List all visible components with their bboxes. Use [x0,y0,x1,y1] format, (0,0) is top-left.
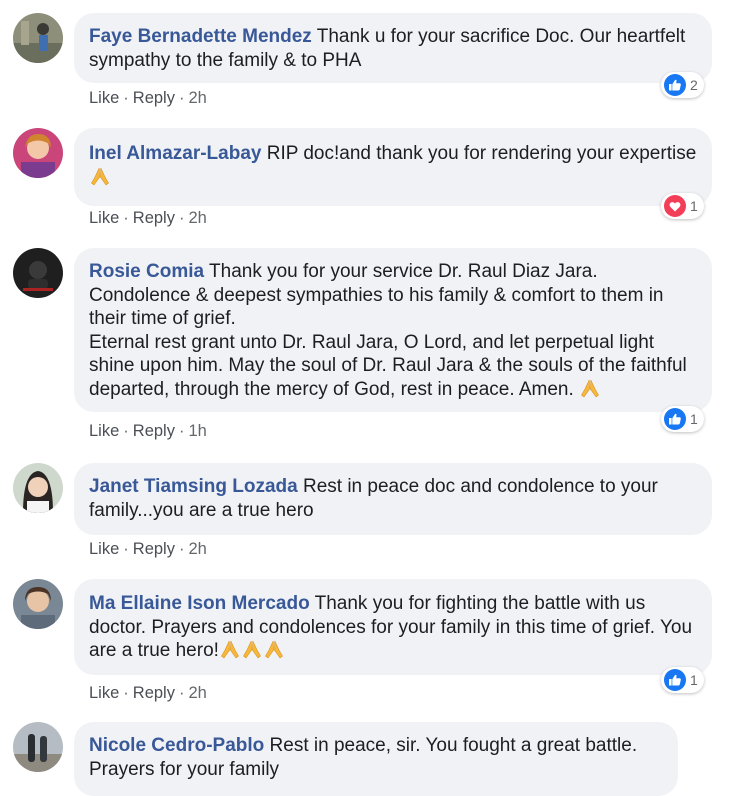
comment-author[interactable]: Rosie Comia [89,261,204,282]
comment-time[interactable]: 2h [188,540,206,558]
like-icon [664,74,686,96]
avatar[interactable] [13,128,63,178]
like-icon [664,669,686,691]
reaction-count: 1 [690,672,698,688]
comment-author[interactable]: Ma Ellaine Ison Mercado [89,593,310,614]
like-icon [664,408,686,430]
comment-text: RIP doc!and thank you for rendering your… [266,143,697,164]
comment-bubble: Nicole Cedro-Pablo Rest in peace, sir. Y… [74,722,678,796]
comment-time[interactable]: 2h [188,209,206,227]
folded-hands-icon [241,639,263,659]
comment-bubble: Faye Bernadette Mendez Thank u for your … [74,13,712,83]
reaction-count: 1 [690,198,698,214]
reaction-summary[interactable]: 1 [661,406,704,432]
like-link[interactable]: Like [89,540,119,558]
reply-link[interactable]: Reply [133,89,175,107]
comment-author[interactable]: Nicole Cedro-Pablo [89,735,264,756]
comment-author[interactable]: Janet Tiamsing Lozada [89,476,298,497]
reply-link[interactable]: Reply [133,684,175,702]
avatar[interactable] [13,463,63,513]
comment-actions: Like · Reply · 2h [89,89,207,107]
like-link[interactable]: Like [89,209,119,227]
comment-author[interactable]: Faye Bernadette Mendez [89,26,312,47]
comment-author[interactable]: Inel Almazar-Labay [89,143,261,164]
folded-hands-icon [89,166,111,186]
comment-actions: Like · Reply · 2h [89,684,207,702]
reaction-summary[interactable]: 1 [661,667,704,693]
reply-link[interactable]: Reply [133,209,175,227]
avatar[interactable] [13,722,63,772]
comment-actions: Like · Reply · 2h [89,540,207,558]
avatar[interactable] [13,13,63,63]
reaction-count: 2 [690,77,698,93]
comment-actions: Like · Reply · 1h [89,422,207,440]
reaction-count: 1 [690,411,698,427]
avatar[interactable] [13,248,63,298]
comment-bubble: Inel Almazar-Labay RIP doc!and thank you… [74,128,712,206]
folded-hands-icon [579,378,601,398]
folded-hands-icon [219,639,241,659]
reply-link[interactable]: Reply [133,540,175,558]
love-icon [664,195,686,217]
comment-bubble: Ma Ellaine Ison Mercado Thank you for fi… [74,579,712,675]
reaction-summary[interactable]: 2 [661,72,704,98]
comment-time[interactable]: 1h [188,422,206,440]
comment-bubble: Janet Tiamsing Lozada Rest in peace doc … [74,463,712,535]
like-link[interactable]: Like [89,422,119,440]
like-link[interactable]: Like [89,89,119,107]
folded-hands-icon [263,639,285,659]
comment-actions: Like · Reply · 2h [89,209,207,227]
like-link[interactable]: Like [89,684,119,702]
comment-time[interactable]: 2h [188,684,206,702]
reaction-summary[interactable]: 1 [661,193,704,219]
comment-bubble: Rosie Comia Thank you for your service D… [74,248,712,412]
avatar[interactable] [13,579,63,629]
comment-time[interactable]: 2h [188,89,206,107]
reply-link[interactable]: Reply [133,422,175,440]
